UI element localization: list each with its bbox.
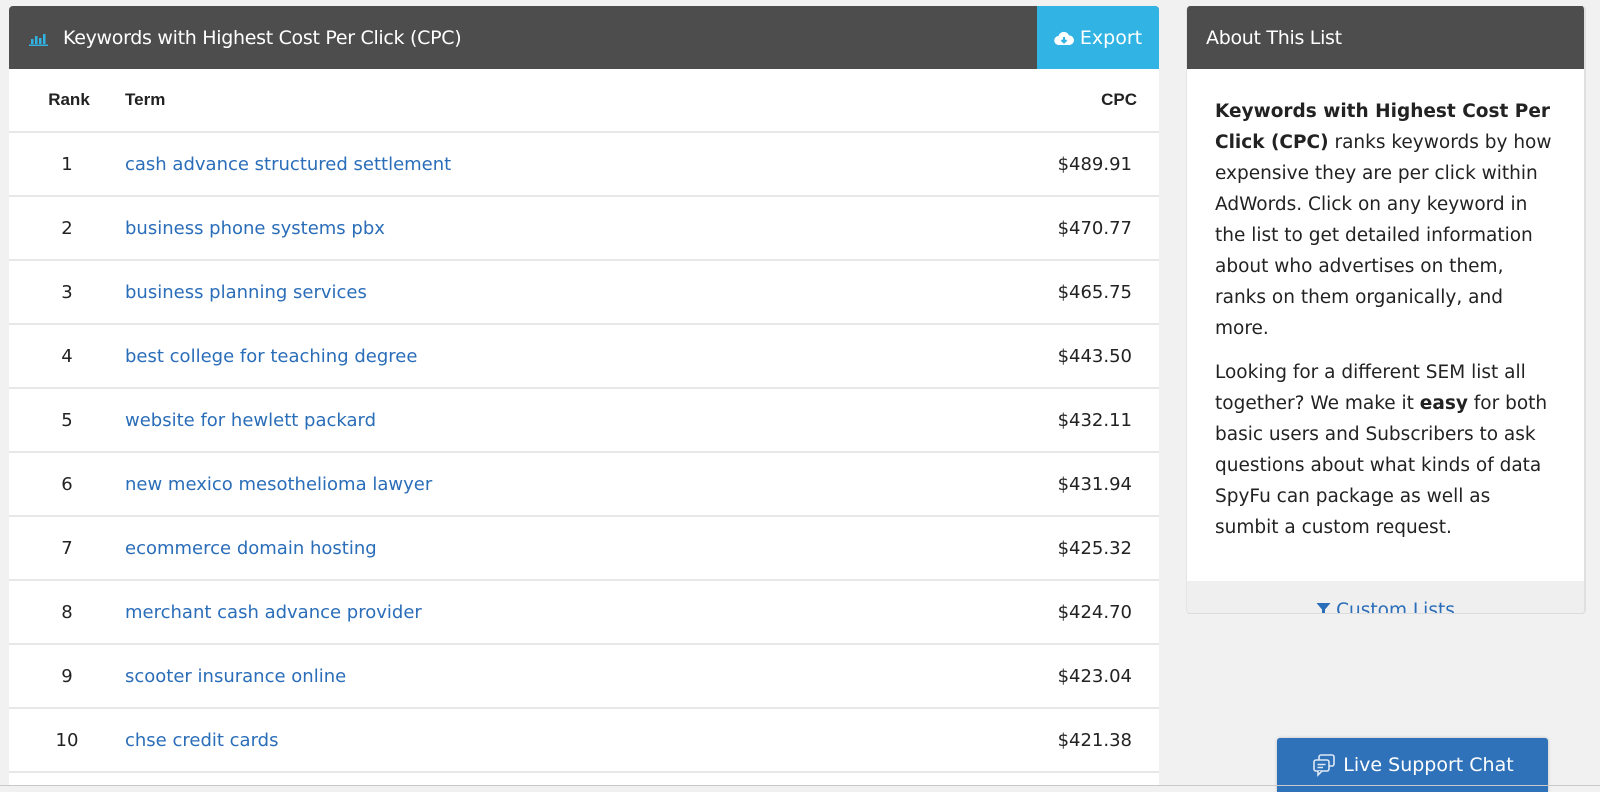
about-description: Keywords with Highest Cost Per Click (CP… — [1215, 96, 1556, 344]
bar-chart-icon — [29, 30, 49, 46]
cpc-cell: $421.38 — [913, 708, 1159, 773]
about-custom-bold: easy — [1419, 393, 1468, 414]
table-header-row: Rank Term CPC — [9, 69, 1159, 133]
live-support-chat-label: Live Support Chat — [1343, 754, 1514, 776]
keywords-panel: Keywords with Highest Cost Per Click (CP… — [9, 6, 1159, 786]
keyword-link[interactable]: business phone systems pbx — [125, 218, 385, 239]
term-cell: merchant cash advance provider — [125, 580, 914, 645]
rank-cell: 2 — [9, 196, 125, 261]
about-custom-request: Looking for a different SEM list all tog… — [1215, 357, 1556, 543]
term-cell: ecommerce domain hosting — [125, 516, 914, 581]
term-cell: cash advance structured settlement — [125, 132, 914, 197]
cpc-cell: $424.70 — [913, 580, 1159, 645]
about-panel-body: Keywords with Highest Cost Per Click (CP… — [1187, 69, 1584, 581]
table-row: 8 merchant cash advance provider $424.70 — [9, 580, 1159, 645]
rank-cell: 1 — [9, 132, 125, 197]
keyword-link[interactable]: merchant cash advance provider — [125, 602, 422, 623]
column-header-cpc[interactable]: CPC — [913, 69, 1159, 133]
export-label: Export — [1079, 26, 1143, 49]
keyword-link[interactable]: cash advance structured settlement — [125, 154, 451, 175]
about-panel-header: About This List — [1187, 6, 1584, 69]
keywords-panel-header: Keywords with Highest Cost Per Click (CP… — [9, 6, 1159, 69]
panel-title: Keywords with Highest Cost Per Click (CP… — [63, 26, 462, 49]
rank-cell: 3 — [9, 260, 125, 325]
page-bottom-divider — [0, 785, 1600, 786]
table-row: 1 cash advance structured settlement $489.… — [9, 132, 1159, 197]
rank-cell: 6 — [9, 452, 125, 517]
term-cell: scooter insurance online — [125, 644, 914, 709]
about-custom-text-2: for both basic users and Subscribers to … — [1215, 393, 1548, 538]
page: Keywords with Highest Cost Per Click (CP… — [0, 0, 1600, 792]
term-cell: business planning services — [125, 260, 914, 325]
about-description-text: ranks keywords by how expensive they are… — [1215, 132, 1552, 339]
keyword-link[interactable]: ecommerce domain hosting — [125, 538, 377, 559]
cpc-cell: $425.32 — [913, 516, 1159, 581]
cpc-cell: $489.91 — [913, 132, 1159, 197]
keywords-table-body: 1 cash advance structured settlement $489.… — [9, 132, 1159, 773]
cpc-cell: $443.50 — [913, 324, 1159, 389]
keyword-link[interactable]: scooter insurance online — [125, 666, 346, 687]
table-row: 10 chse credit cards $421.38 — [9, 708, 1159, 773]
keyword-link[interactable]: business planning services — [125, 282, 367, 303]
custom-lists-label: Custom Lists — [1336, 599, 1455, 614]
keyword-link[interactable]: chse credit cards — [125, 730, 278, 751]
term-cell: business phone systems pbx — [125, 196, 914, 261]
table-row: 4 best college for teaching degree $443.50 — [9, 324, 1159, 389]
filter-icon — [1316, 602, 1331, 613]
table-row: 2 business phone systems pbx $470.77 — [9, 196, 1159, 261]
live-support-chat-button[interactable]: Live Support Chat — [1277, 738, 1548, 792]
about-panel: About This List Keywords with Highest Co… — [1186, 6, 1586, 614]
rank-cell: 5 — [9, 388, 125, 453]
cpc-cell: $423.04 — [913, 644, 1159, 709]
term-cell: website for hewlett packard — [125, 388, 914, 453]
rank-cell: 9 — [9, 644, 125, 709]
table-row: 7 ecommerce domain hosting $425.32 — [9, 516, 1159, 581]
keyword-link[interactable]: best college for teaching degree — [125, 346, 417, 367]
rank-cell: 10 — [9, 708, 125, 773]
keyword-link[interactable]: website for hewlett packard — [125, 410, 376, 431]
custom-lists-link[interactable]: Custom Lists — [1187, 581, 1584, 614]
column-header-term[interactable]: Term — [125, 69, 914, 133]
column-header-rank[interactable]: Rank — [9, 69, 125, 133]
chat-bubbles-icon — [1311, 752, 1337, 778]
cpc-cell: $431.94 — [913, 452, 1159, 517]
term-cell: new mexico mesothelioma lawyer — [125, 452, 914, 517]
rank-cell: 4 — [9, 324, 125, 389]
cpc-cell: $470.77 — [913, 196, 1159, 261]
keyword-link[interactable]: new mexico mesothelioma lawyer — [125, 474, 432, 495]
term-cell: best college for teaching degree — [125, 324, 914, 389]
rank-cell: 7 — [9, 516, 125, 581]
about-panel-title: About This List — [1206, 26, 1342, 49]
rank-cell: 8 — [9, 580, 125, 645]
term-cell: chse credit cards — [125, 708, 914, 773]
table-row: 9 scooter insurance online $423.04 — [9, 644, 1159, 709]
table-row: 6 new mexico mesothelioma lawyer $431.94 — [9, 452, 1159, 517]
table-row: 3 business planning services $465.75 — [9, 260, 1159, 325]
export-button[interactable]: Export — [1037, 6, 1159, 69]
cpc-cell: $465.75 — [913, 260, 1159, 325]
cpc-cell: $432.11 — [913, 388, 1159, 453]
table-row: 5 website for hewlett packard $432.11 — [9, 388, 1159, 453]
cloud-download-icon — [1054, 30, 1074, 46]
keywords-table: Rank Term CPC 1 cash advance structured s… — [9, 69, 1159, 773]
